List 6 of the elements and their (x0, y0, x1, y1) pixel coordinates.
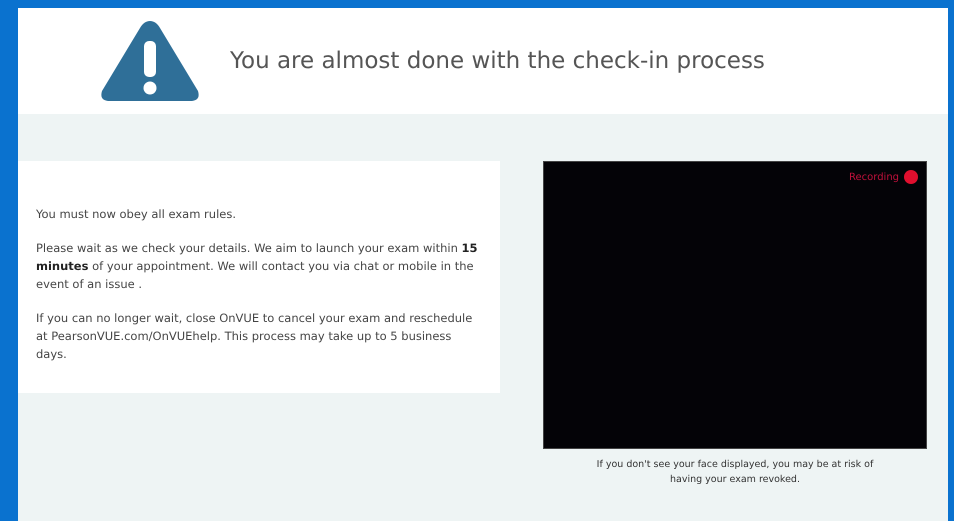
instruction-paragraph: You must now obey all exam rules. (36, 206, 237, 223)
instruction-paragraph: Please wait as we check your details. We aim to launch your exam within 15 minutes of your appointment. We will contact you via chat or mobile in the event of an issue . (36, 240, 479, 293)
recording-label: Recording (848, 172, 899, 182)
instruction-paragraph: If you can no longer wait, close OnVUE to cancel your exam and reschedule at PearsonVUE.com/OnVUEhelp. This process may take up to 5 business days. (36, 310, 474, 363)
camera-caption: If you don't see your face displayed, you may be at risk of having your exam revoked. (596, 458, 874, 487)
page-title: You are almost done with the check-in process (230, 48, 765, 74)
